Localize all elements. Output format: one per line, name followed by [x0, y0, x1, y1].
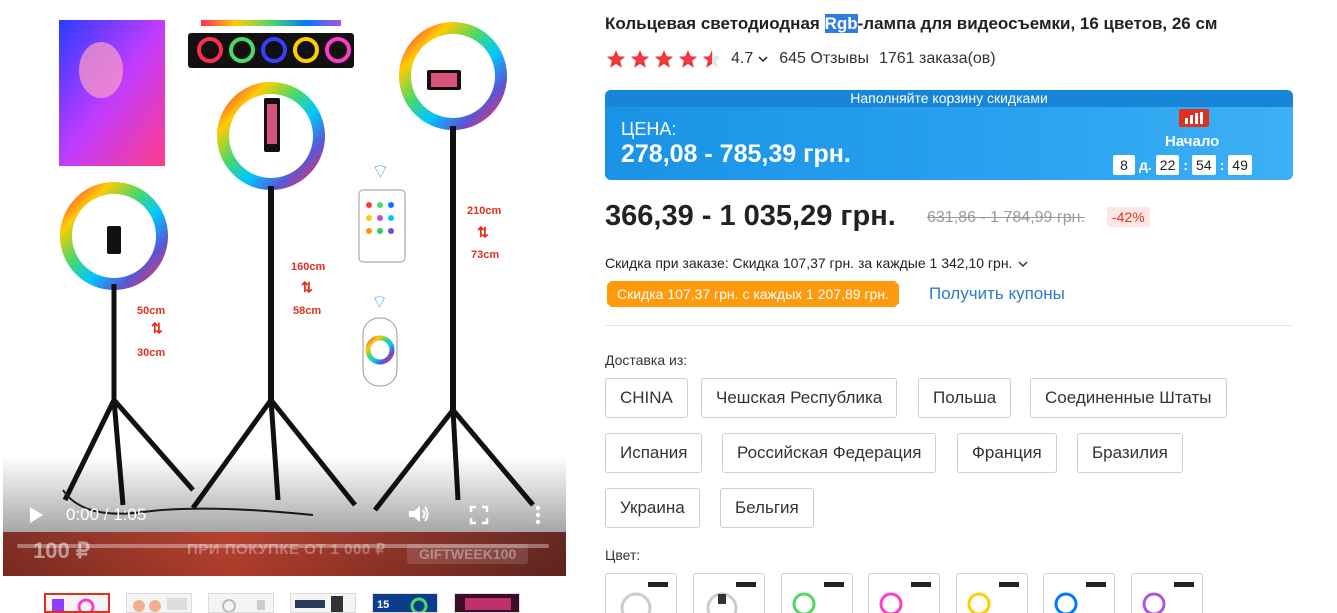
- ship-from-option[interactable]: CHINA: [605, 378, 688, 418]
- order-discount-info[interactable]: Скидка при заказе: Скидка 107,37 грн. за…: [605, 255, 1028, 271]
- size-label: 73cm: [471, 249, 499, 261]
- product-title: Кольцевая светодиодная Rgb-лампа для вид…: [605, 14, 1218, 33]
- coupon-tag: Скидка 107,37 грн. с каждых 1 207,89 грн…: [607, 281, 899, 307]
- size-label: 58cm: [293, 305, 321, 317]
- timer-days-unit: д.: [1139, 157, 1152, 173]
- size-label: 30cm: [137, 347, 165, 359]
- size-label: 210cm: [467, 205, 501, 217]
- svg-text:⇅: ⇅: [477, 224, 489, 240]
- video-progress-bar[interactable]: [17, 544, 549, 548]
- ship-from-option[interactable]: Польша: [918, 378, 1012, 418]
- color-swatch[interactable]: [605, 573, 677, 613]
- sale-bars-icon: [1179, 109, 1209, 127]
- chevron-down-icon[interactable]: [757, 53, 769, 65]
- size-label: 50cm: [137, 305, 165, 317]
- play-icon[interactable]: [27, 505, 45, 525]
- get-coupons-link[interactable]: Получить купоны: [929, 284, 1065, 304]
- svg-text:⌔: ⌔: [371, 161, 390, 183]
- promo-text: ПРИ ПОКУПКЕ ОТ 1 000 ₽: [187, 541, 386, 558]
- timer-seconds: 49: [1228, 155, 1252, 175]
- size-label: 160cm: [291, 261, 325, 273]
- timer-hours: 22: [1155, 155, 1180, 175]
- thumbnail[interactable]: [290, 593, 356, 613]
- color-swatch[interactable]: [693, 573, 765, 613]
- thumbnail[interactable]: [44, 593, 110, 613]
- ship-from-option[interactable]: Соединенные Штаты: [1030, 378, 1227, 418]
- title-highlight: Rgb: [824, 14, 858, 33]
- color-swatch[interactable]: [1131, 573, 1203, 613]
- sale-banner-header: Наполняйте корзину скидками: [605, 90, 1293, 107]
- color-swatch[interactable]: [868, 573, 940, 613]
- volume-icon[interactable]: [407, 503, 431, 525]
- timer-minutes: 54: [1192, 155, 1216, 175]
- promo-price: 100 ₽: [33, 538, 90, 563]
- ship-from-option[interactable]: Испания: [605, 433, 703, 473]
- discount-badge: -42%: [1107, 207, 1150, 227]
- video-promo-banner: 100 ₽ ПРИ ПОКУПКЕ ОТ 1 000 ₽ GIFTWEEK100: [3, 532, 566, 576]
- reviews-link[interactable]: 645 Отзывы: [779, 50, 869, 68]
- divider: [605, 325, 1293, 326]
- star-rating: [605, 48, 723, 70]
- product-media: 50cm ⇅ 30cm 160cm ⇅ 58cm ⌔ ⌔ 210cm ⇅ 73c…: [0, 0, 570, 613]
- rating-value[interactable]: 4.7: [731, 50, 753, 68]
- current-price: 366,39 - 1 035,29 грн.: [605, 200, 896, 232]
- sale-banner: Наполняйте корзину скидками ЦЕНА: 278,08…: [605, 90, 1293, 180]
- svg-text:15: 15: [377, 599, 389, 611]
- svg-text:⇅: ⇅: [151, 320, 163, 336]
- fullscreen-icon[interactable]: [468, 504, 490, 526]
- svg-text:⇅: ⇅: [301, 279, 313, 295]
- sale-price: 278,08 - 785,39 грн.: [621, 140, 851, 168]
- star-icon: [630, 49, 650, 68]
- chevron-down-icon[interactable]: [1018, 259, 1028, 269]
- star-icon: [606, 49, 626, 68]
- ship-from-option[interactable]: Бельгия: [720, 488, 814, 528]
- more-options-icon[interactable]: [531, 503, 545, 527]
- ship-from-option[interactable]: Бразилия: [1077, 433, 1183, 473]
- thumbnail[interactable]: [208, 593, 274, 613]
- orders-count: 1761 заказа(ов): [879, 50, 996, 67]
- countdown-timer: 8 д. 22 : 54 : 49: [1113, 155, 1252, 175]
- thumbnail[interactable]: [454, 593, 520, 613]
- original-price: 631,86 - 1 784,99 грн.: [927, 209, 1085, 226]
- timer-days: 8: [1113, 155, 1135, 175]
- ship-from-option[interactable]: Украина: [605, 488, 700, 528]
- star-icon: [654, 49, 674, 68]
- timer-label: Начало: [1165, 133, 1220, 150]
- thumbnail[interactable]: [126, 593, 192, 613]
- color-label: Цвет:: [605, 547, 641, 563]
- color-swatch[interactable]: [781, 573, 853, 613]
- ship-from-option[interactable]: Российская Федерация: [722, 433, 937, 473]
- product-video[interactable]: 50cm ⇅ 30cm 160cm ⇅ 58cm ⌔ ⌔ 210cm ⇅ 73c…: [3, 0, 566, 576]
- sale-price-label: ЦЕНА:: [621, 119, 677, 139]
- thumbnail-strip: 15: [40, 593, 560, 613]
- rating-row: 4.7 645 Отзывы 1761 заказа(ов): [605, 47, 996, 71]
- ship-from-option[interactable]: Франция: [957, 433, 1057, 473]
- thumbnail[interactable]: 15: [372, 593, 438, 613]
- color-swatch[interactable]: [1043, 573, 1115, 613]
- ship-from-option[interactable]: Чешская Республика: [701, 378, 898, 418]
- svg-text:⌔: ⌔: [371, 292, 388, 312]
- color-swatch[interactable]: [956, 573, 1028, 613]
- star-half-icon: [702, 49, 722, 68]
- shipping-label: Доставка из:: [605, 352, 688, 368]
- star-icon: [678, 49, 698, 68]
- video-time: 0:00 / 1:05: [66, 505, 147, 524]
